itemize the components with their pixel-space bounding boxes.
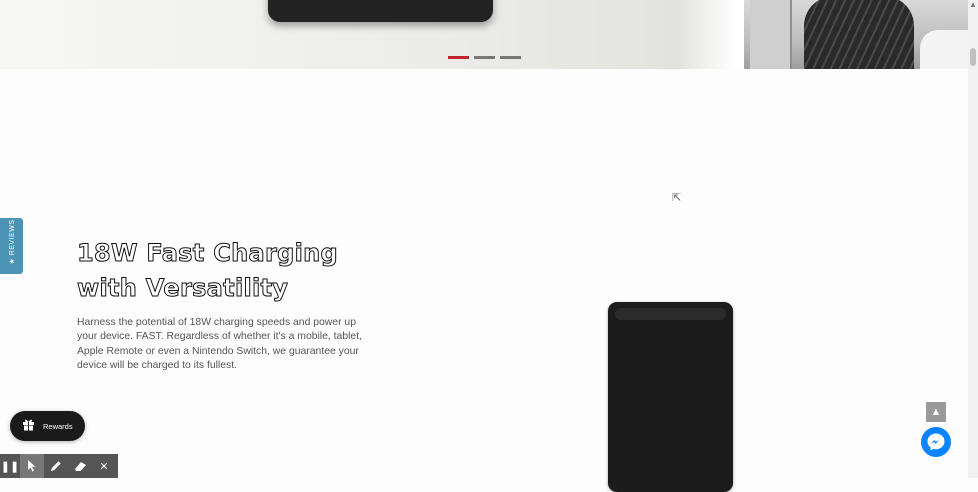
feature-title-line1: 18W Fast Charging xyxy=(76,239,339,268)
feature-title: 18W Fast Charging with Versatility xyxy=(76,236,397,306)
reviews-tab-label: ★ REVIEWS xyxy=(9,219,16,265)
hero-sleeve xyxy=(804,0,914,69)
pencil-tool-button[interactable] xyxy=(44,454,68,478)
charging-pad-image xyxy=(608,302,733,492)
gift-icon xyxy=(21,418,35,434)
close-icon: ✕ xyxy=(99,460,109,473)
slide-dot-2[interactable] xyxy=(474,56,495,59)
scroll-up-arrow-icon[interactable]: ▲ xyxy=(969,0,977,9)
pointer-icon xyxy=(28,460,36,472)
pause-button[interactable]: ❚❚ xyxy=(0,454,20,478)
charging-pad-rim xyxy=(615,308,726,320)
messenger-chat-button[interactable] xyxy=(921,427,951,457)
slide-indicators xyxy=(448,56,521,59)
back-to-top-button[interactable]: ▲ xyxy=(926,402,946,422)
scroll-thumb[interactable] xyxy=(970,48,976,66)
rewards-label: Rewards xyxy=(43,421,73,431)
pencil-icon xyxy=(51,461,61,471)
pointer-tool-button[interactable] xyxy=(20,454,44,478)
eraser-tool-button[interactable] xyxy=(68,454,92,478)
pause-icon: ❚❚ xyxy=(0,460,20,473)
eraser-icon xyxy=(74,462,86,471)
slide-dot-1[interactable] xyxy=(448,56,469,59)
hero-cuff xyxy=(920,30,968,69)
close-toolbar-button[interactable]: ✕ xyxy=(92,454,116,478)
feature-description: Harness the potential of 18W charging sp… xyxy=(77,317,362,371)
feature-title-line2: with Versatility xyxy=(76,274,289,303)
page-scrollbar[interactable]: ▲ xyxy=(968,0,978,478)
hero-door xyxy=(750,0,792,69)
mouse-cursor-icon: ⇱ xyxy=(672,192,682,204)
annotation-toolbar: ❚❚ ✕ xyxy=(0,454,118,478)
hero-lifestyle-image xyxy=(744,0,968,69)
messenger-icon xyxy=(927,433,945,451)
hero-slideshow xyxy=(0,0,968,69)
hero-charger-image xyxy=(268,0,493,22)
chevron-up-icon: ▲ xyxy=(930,406,942,418)
slide-dot-3[interactable] xyxy=(500,56,521,59)
reviews-tab[interactable]: ★ REVIEWS xyxy=(0,218,23,274)
rewards-button[interactable]: Rewards xyxy=(10,411,85,441)
